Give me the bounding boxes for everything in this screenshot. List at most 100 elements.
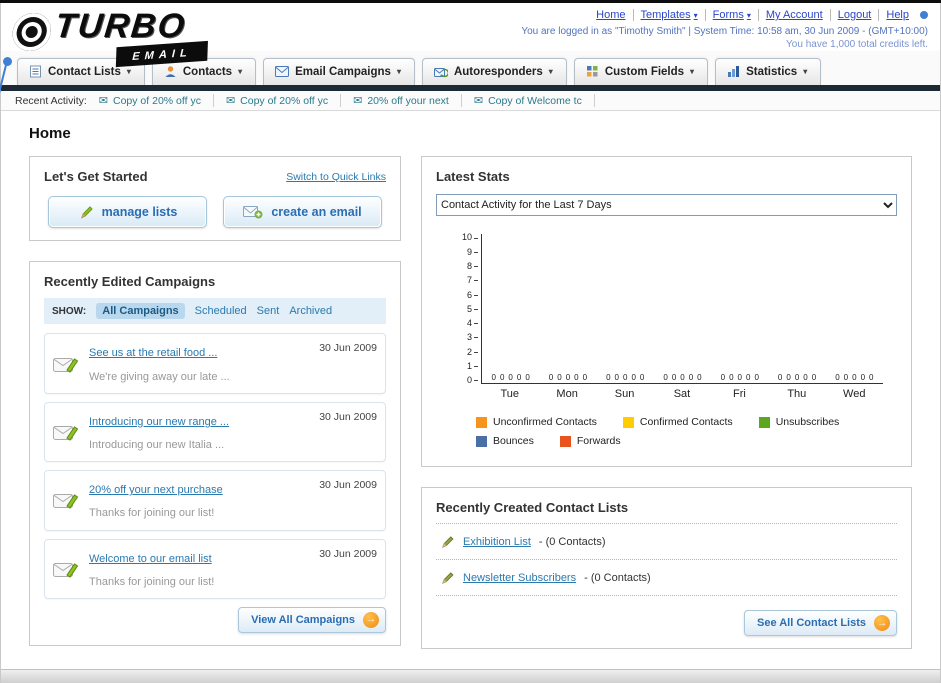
envelope-pencil-icon xyxy=(53,559,80,579)
manage-lists-button[interactable]: manage lists xyxy=(48,196,207,229)
top-link-forms[interactable]: Forms ▾ xyxy=(706,9,759,21)
legend-item-unconfirmed: Unconfirmed Contacts xyxy=(476,416,597,428)
chart-x-labels: Tue Mon Sun Sat Fri Thu Wed xyxy=(500,388,866,401)
top-links: Home Templates ▾ Forms ▾ My Account Logout… xyxy=(521,9,928,21)
recent-contact-lists-title: Recently Created Contact Lists xyxy=(436,500,897,525)
contact-list-count: - (0 Contacts) xyxy=(584,571,651,584)
left-column: Let's Get Started Switch to Quick Links … xyxy=(29,156,401,666)
legend-item-unsubscribes: Unsubscribes xyxy=(758,416,839,428)
campaign-date: 30 Jun 2009 xyxy=(319,342,377,355)
nav-tab-custom-fields[interactable]: Custom Fields ▾ xyxy=(573,58,709,86)
chevron-down-icon: ▾ xyxy=(396,67,401,77)
bar-chart-icon xyxy=(727,65,740,78)
contact-list-link[interactable]: Exhibition List xyxy=(463,536,531,548)
recent-activity-bar: Recent Activity: ✉ Copy of 20% off yc ✉ … xyxy=(1,91,940,112)
arrow-right-icon: → xyxy=(363,611,379,628)
stats-range-select[interactable]: Contact Activity for the Last 7 Days xyxy=(436,194,897,217)
campaign-title-link[interactable]: Welcome to our email list xyxy=(89,553,212,565)
campaign-subject: Thanks for joining our list! xyxy=(89,575,215,588)
envelope-icon: ✉ xyxy=(225,95,236,108)
envelope-pencil-icon xyxy=(53,354,80,374)
main-content: Home Let's Get Started Switch to Quick L… xyxy=(1,111,940,670)
chevron-down-icon: ▾ xyxy=(693,10,698,20)
contacts-icon xyxy=(164,65,177,78)
recent-activity-item[interactable]: ✉ Copy of Welcome tc xyxy=(473,94,595,108)
contact-activity-chart: 10 9 8 7 6 5 4 3 2 1 0 000000000000000000000000000… xyxy=(462,233,883,401)
see-all-contact-lists-button[interactable]: See All Contact Lists → xyxy=(743,610,897,637)
page: TURBO EMAIL Home Templates ▾ Forms ▾ My Ac… xyxy=(0,3,941,683)
logo-subtitle: EMAIL xyxy=(131,46,192,64)
right-column: Latest Stats Contact Activity for the La… xyxy=(421,156,912,669)
campaign-row[interactable]: 20% off your next purchase Thanks for jo… xyxy=(44,470,386,531)
top-link-my-account[interactable]: My Account xyxy=(759,9,831,21)
logo-swirl-icon xyxy=(10,13,53,51)
campaign-filter-bar: SHOW: All Campaigns Scheduled Sent Archi… xyxy=(44,298,386,325)
create-email-button[interactable]: create an email xyxy=(223,196,382,229)
legend-item-bounces: Bounces xyxy=(476,435,534,447)
custom-fields-icon xyxy=(586,65,599,78)
pencil-icon xyxy=(440,570,455,585)
recent-activity-label: Recent Activity: xyxy=(15,94,87,107)
legend-swatch-icon xyxy=(476,435,487,447)
chevron-down-icon: ▾ xyxy=(803,67,808,77)
login-status: You are logged in as "Timothy Smith" | S… xyxy=(521,26,928,37)
recent-activity-item[interactable]: ✉ Copy of 20% off yc xyxy=(225,94,342,108)
envelope-icon: ✉ xyxy=(473,95,484,108)
nav-tab-email-campaigns[interactable]: Email Campaigns ▾ xyxy=(263,58,415,86)
nav-tab-autoresponders[interactable]: Autoresponders ▾ xyxy=(421,58,567,86)
top-link-help[interactable]: Help xyxy=(879,9,916,21)
campaign-row[interactable]: Welcome to our email list Thanks for joi… xyxy=(44,538,386,599)
campaign-subject: Introducing our new Italia ... xyxy=(89,438,225,451)
latest-stats-title: Latest Stats xyxy=(436,169,510,185)
filter-tab-archived[interactable]: Archived xyxy=(289,305,332,317)
campaign-title-link[interactable]: 20% off your next purchase xyxy=(89,484,223,496)
switch-quick-links-link[interactable]: Switch to Quick Links xyxy=(286,171,386,183)
autoresponder-icon xyxy=(433,66,448,78)
header-right: Home Templates ▾ Forms ▾ My Account Logout… xyxy=(521,7,928,51)
skin-antenna xyxy=(3,57,12,66)
campaign-list: See us at the retail food ... We're givi… xyxy=(44,333,386,599)
envelope-plus-icon xyxy=(243,205,263,219)
view-all-campaigns-button[interactable]: View All Campaigns → xyxy=(238,606,386,633)
header: TURBO EMAIL Home Templates ▾ Forms ▾ My Ac… xyxy=(1,3,940,68)
chevron-down-icon: ▾ xyxy=(126,67,131,77)
filter-tab-sent[interactable]: Sent xyxy=(257,305,280,317)
contact-list-item[interactable]: Newsletter Subscribers - (0 Contacts) xyxy=(436,560,897,597)
recent-activity-item[interactable]: ✉ 20% off your next xyxy=(353,94,462,108)
contact-list-item[interactable]: Exhibition List - (0 Contacts) xyxy=(436,524,897,561)
footer-strip xyxy=(1,669,940,683)
top-link-logout[interactable]: Logout xyxy=(831,9,880,21)
recent-activity-item[interactable]: ✉ Copy of 20% off yc xyxy=(98,94,214,108)
arrow-right-icon: → xyxy=(874,615,890,632)
top-link-templates[interactable]: Templates ▾ xyxy=(634,9,706,21)
campaign-date: 30 Jun 2009 xyxy=(319,479,377,492)
envelope-pencil-icon xyxy=(53,490,80,510)
campaign-title-link[interactable]: See us at the retail food ... xyxy=(89,347,217,359)
legend-item-confirmed: Confirmed Contacts xyxy=(622,416,733,428)
top-link-home[interactable]: Home xyxy=(589,9,634,21)
filter-tab-scheduled[interactable]: Scheduled xyxy=(195,305,247,317)
legend-swatch-icon xyxy=(758,416,770,428)
contact-list-link[interactable]: Newsletter Subscribers xyxy=(463,572,576,584)
chevron-down-icon: ▾ xyxy=(238,67,243,77)
contact-lists-icon xyxy=(29,65,42,78)
legend-item-forwards: Forwards xyxy=(559,435,621,447)
chevron-down-icon: ▾ xyxy=(548,67,553,77)
pencil-icon xyxy=(78,204,94,220)
contact-list-count: - (0 Contacts) xyxy=(538,535,606,548)
filter-tab-all-campaigns[interactable]: All Campaigns xyxy=(96,303,185,320)
nav-tab-statistics[interactable]: Statistics ▾ xyxy=(715,58,822,86)
legend-swatch-icon xyxy=(559,435,571,447)
show-label: SHOW: xyxy=(52,305,87,317)
app-logo: TURBO EMAIL xyxy=(9,7,284,68)
page-title: Home xyxy=(29,125,71,143)
get-started-title: Let's Get Started xyxy=(44,169,148,185)
campaign-subject: Thanks for joining our list! xyxy=(89,507,215,520)
campaign-row[interactable]: Introducing our new range ... Introducin… xyxy=(44,401,386,463)
chart-legend: Unconfirmed Contacts Confirmed Contacts … xyxy=(476,416,897,447)
envelope-icon: ✉ xyxy=(98,95,108,108)
campaign-row[interactable]: See us at the retail food ... We're givi… xyxy=(44,333,386,394)
campaign-title-link[interactable]: Introducing our new range ... xyxy=(89,416,229,428)
chart-plot-area: 00000000000000000000000000000000000 xyxy=(481,234,883,385)
latest-stats-panel: Latest Stats Contact Activity for the La… xyxy=(421,156,912,468)
